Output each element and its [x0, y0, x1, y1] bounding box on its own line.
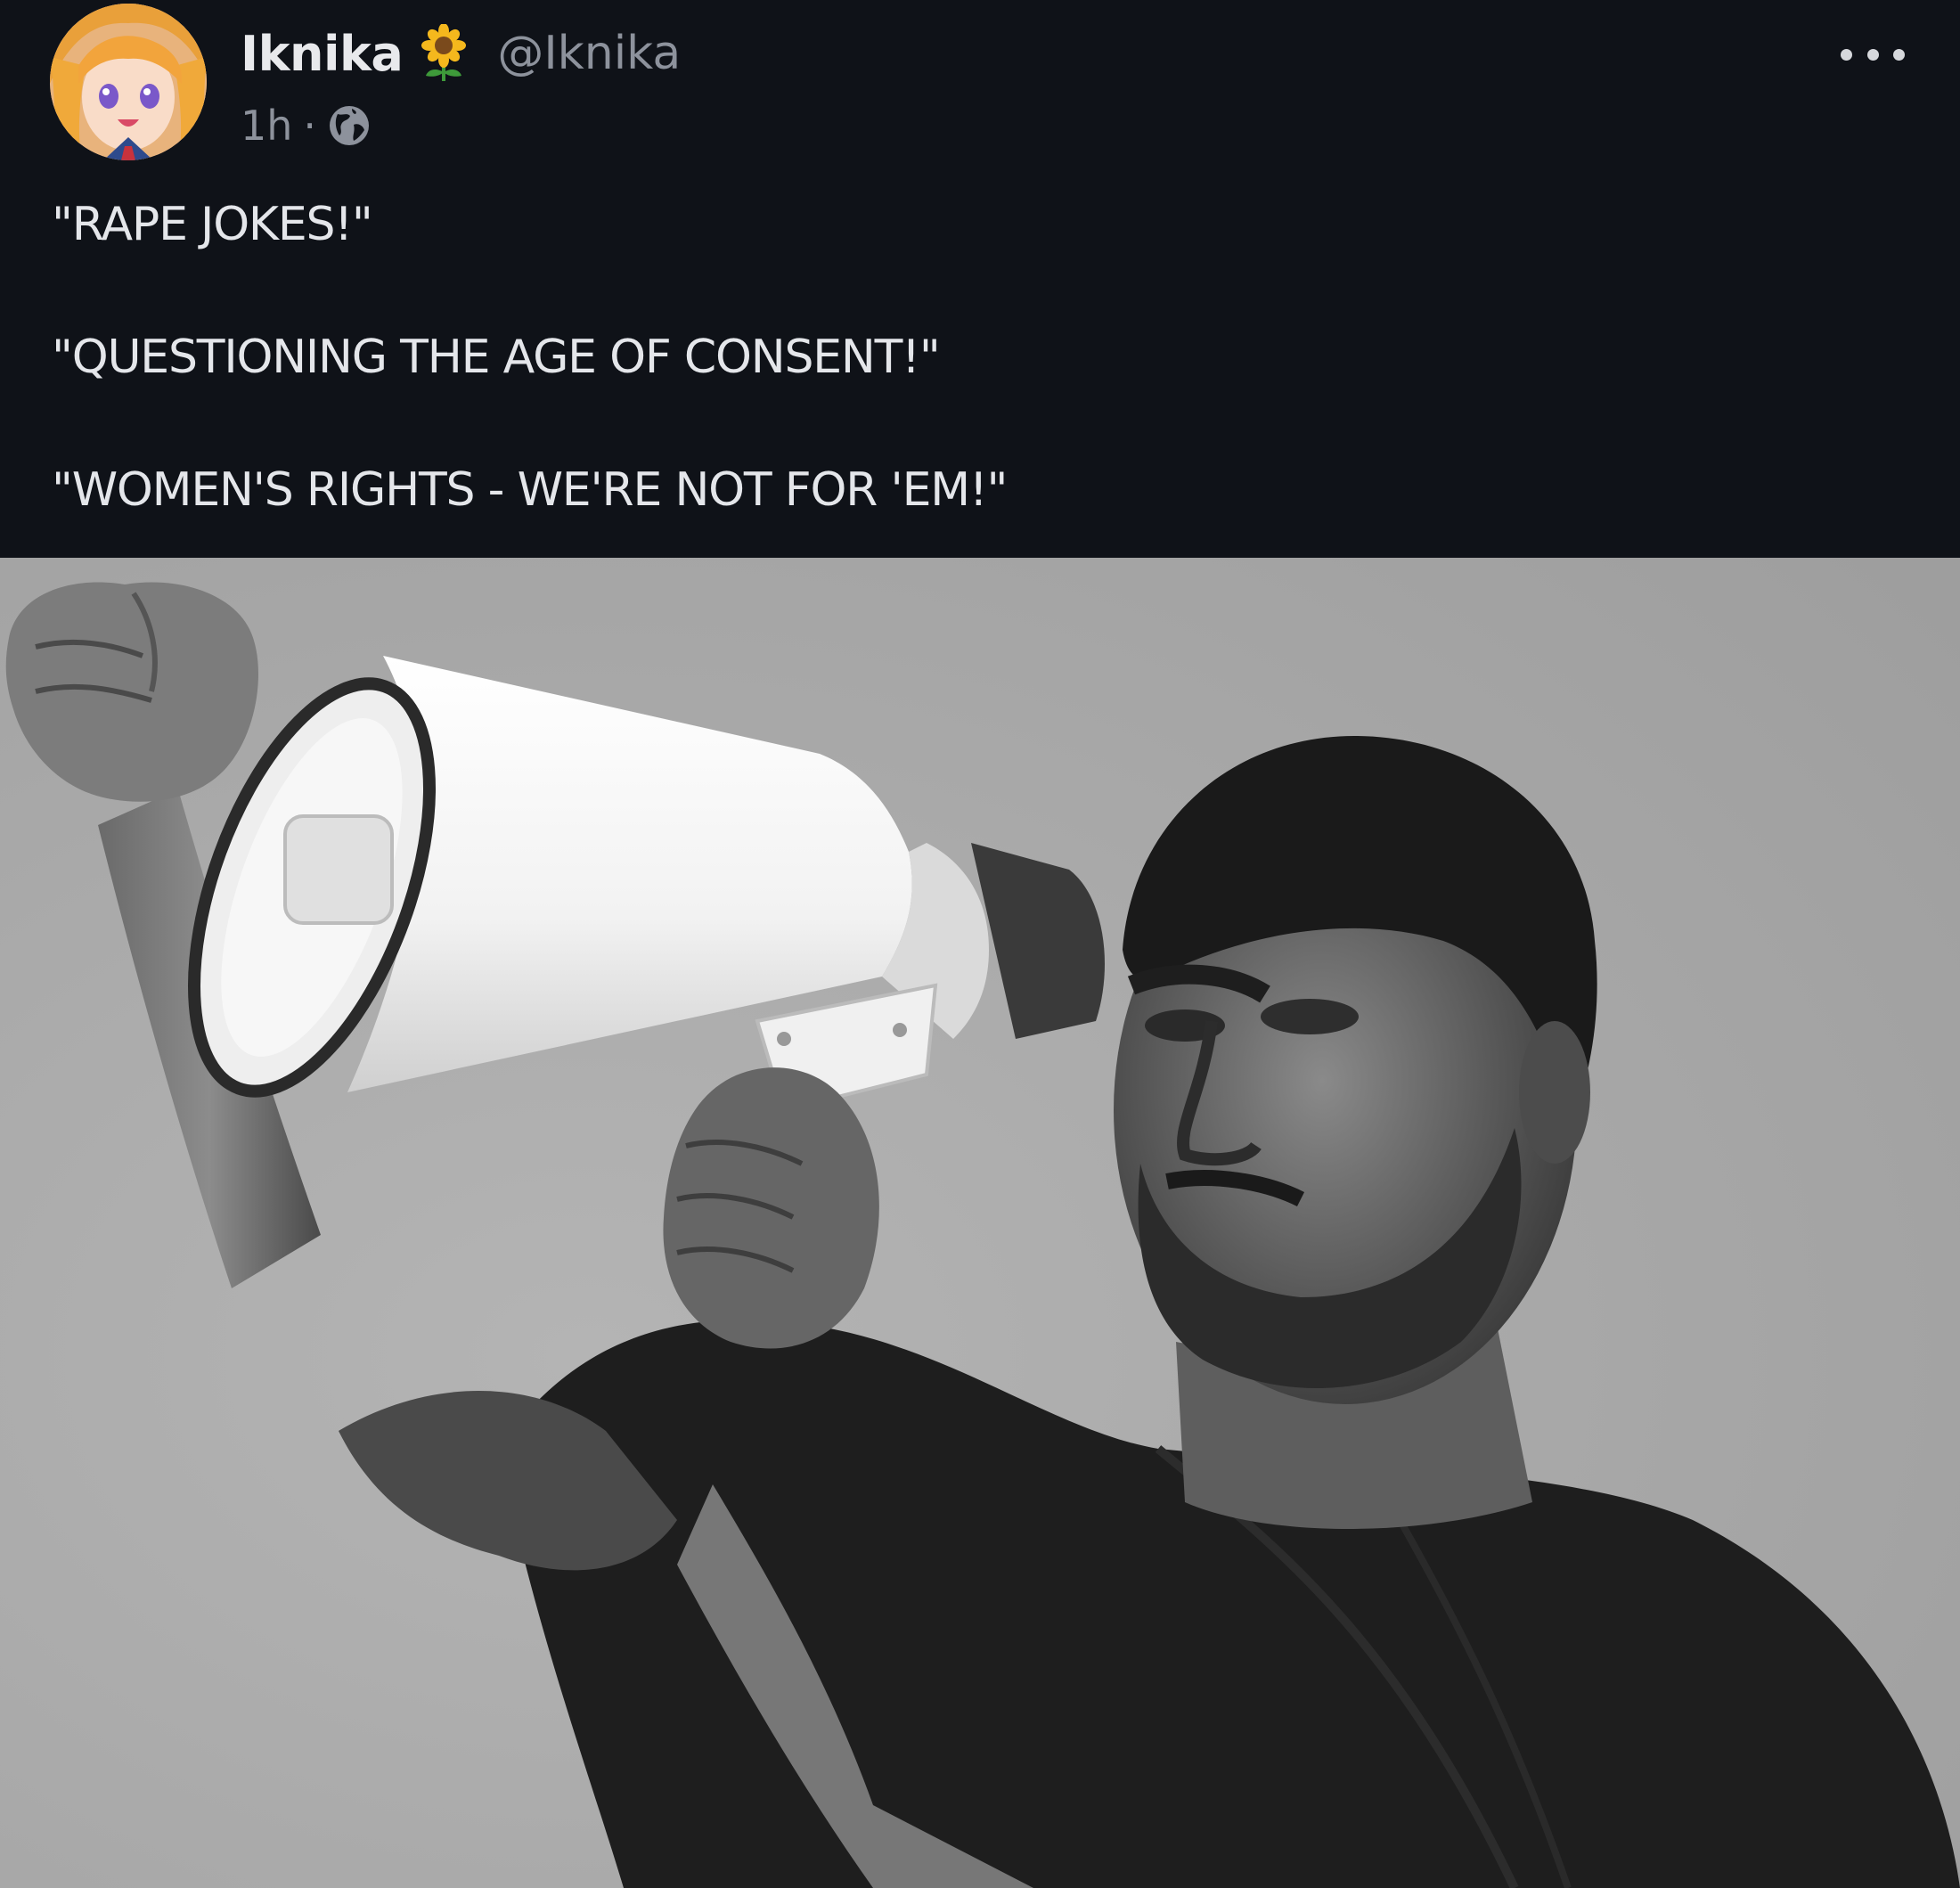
- megaphone-man-image: [0, 558, 1960, 1888]
- post-header: Iknika @Iknika 1h · "RAPE JOKES!" "QUEST…: [0, 0, 1960, 558]
- post-text-line: "RAPE JOKES!": [52, 198, 373, 251]
- post-meta: 1h ·: [241, 96, 372, 155]
- ellipsis-dot: [1841, 48, 1852, 61]
- globe-icon: [327, 103, 372, 148]
- more-options-button[interactable]: [1841, 32, 1905, 77]
- ellipsis-dot: [1866, 48, 1879, 61]
- post-time[interactable]: 1h: [241, 102, 292, 150]
- sunflower-icon: [417, 23, 470, 83]
- post-card: Iknika @Iknika 1h · "RAPE JOKES!" "QUEST…: [0, 0, 1960, 1888]
- ellipsis-dot: [1893, 48, 1905, 61]
- avatar[interactable]: [50, 4, 207, 160]
- meta-separator: ·: [303, 102, 317, 150]
- author-row: Iknika @Iknika: [241, 20, 681, 87]
- post-text-line: "QUESTIONING THE AGE OF CONSENT!": [52, 331, 941, 384]
- author-handle[interactable]: @Iknika: [497, 27, 681, 80]
- post-image[interactable]: [0, 558, 1960, 1888]
- post-text-line: "WOMEN'S RIGHTS - WE'RE NOT FOR 'EM!": [52, 463, 1008, 517]
- author-display-name[interactable]: Iknika: [241, 26, 404, 82]
